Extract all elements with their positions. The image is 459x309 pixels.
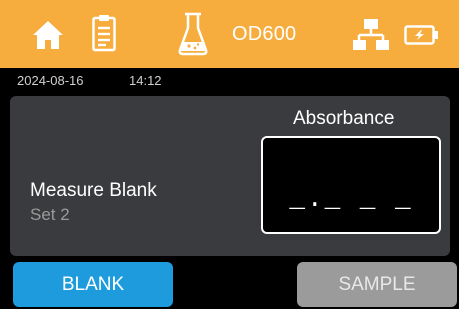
battery-icon <box>404 25 438 45</box>
absorbance-label: Absorbance <box>293 108 395 129</box>
flask-icon <box>178 12 208 56</box>
mode-label: OD600 <box>232 23 297 45</box>
clipboard-icon[interactable] <box>92 14 116 52</box>
absorbance-display: _._ _ _ <box>261 136 441 234</box>
status-bar: 2024-08-16 14:12 <box>0 68 459 92</box>
measure-set-label: Set 2 <box>30 205 70 224</box>
instrument-screen: OD600 2024-08-16 14:12 Measure Blank Set… <box>0 0 459 309</box>
top-bar: OD600 <box>0 0 459 68</box>
date-readout: 2024-08-16 <box>17 73 84 88</box>
blank-button[interactable]: BLANK <box>13 262 173 307</box>
measurement-panel: Measure Blank Set 2 Absorbance _._ _ _ <box>10 96 450 256</box>
absorbance-value: _._ _ _ <box>289 184 413 214</box>
sample-button[interactable]: SAMPLE <box>297 262 457 307</box>
network-icon <box>353 19 389 50</box>
measure-title: Measure Blank <box>30 180 157 201</box>
home-icon[interactable] <box>31 18 65 52</box>
time-readout: 14:12 <box>129 73 162 88</box>
